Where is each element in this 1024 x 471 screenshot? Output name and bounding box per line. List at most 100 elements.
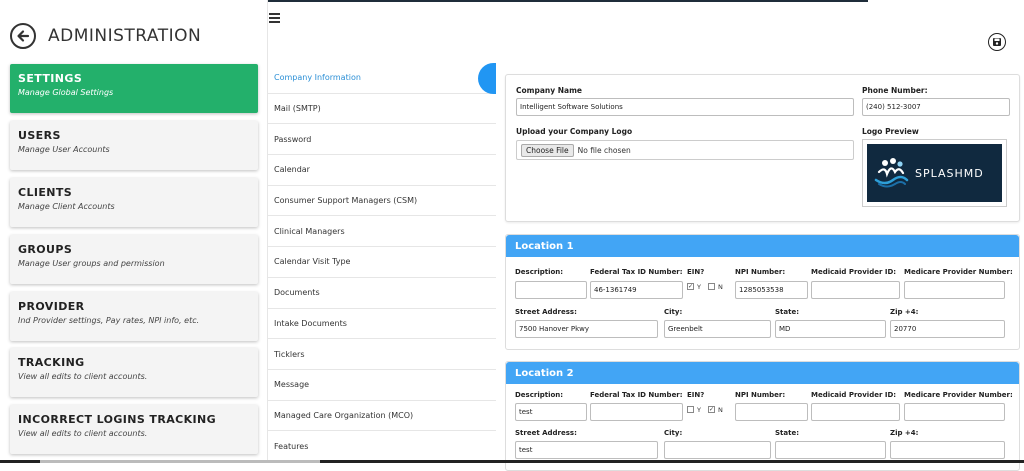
menu-item-label: Company Information <box>274 73 361 83</box>
menu-item-company-information[interactable]: Company Information <box>268 63 496 94</box>
menu-item-clinical-managers[interactable]: Clinical Managers <box>268 216 496 248</box>
menu-item-intake-documents[interactable]: Intake Documents <box>268 309 496 340</box>
npi-input[interactable]: 1285053538 <box>735 281 808 299</box>
menu-item-documents[interactable]: Documents <box>268 278 496 309</box>
state-label: State: <box>775 308 800 316</box>
state-label: State: <box>775 429 800 437</box>
sidebar-item-subtitle: Manage User groups and permission <box>18 259 165 268</box>
splash-logo-icon <box>874 158 909 188</box>
ein-yes-label: Y <box>697 406 701 414</box>
save-button[interactable] <box>988 33 1006 51</box>
sidebar-item-tracking[interactable]: TRACKING View all edits to client accoun… <box>10 348 258 397</box>
city-input[interactable]: Greenbelt <box>664 320 771 338</box>
menu-item-calendar-visit-type[interactable]: Calendar Visit Type <box>268 247 496 278</box>
medicaid-input[interactable] <box>811 281 900 299</box>
company-name-label: Company Name <box>516 86 582 95</box>
logo-preview: SPLASHMD <box>862 139 1007 207</box>
menu-item-label: Ticklers <box>274 349 305 359</box>
street-input[interactable]: 7500 Hanover Pkwy <box>515 320 658 338</box>
city-label: City: <box>664 429 683 437</box>
street-label: Street Address: <box>515 308 577 316</box>
admin-sidebar: ADMINISTRATION SETTINGS Manage Global Se… <box>0 0 268 463</box>
choose-file-button[interactable]: Choose File <box>521 143 574 157</box>
save-icon <box>993 38 1001 46</box>
medicaid-label: Medicaid Provider ID: <box>811 268 897 276</box>
menu-item-password[interactable]: Password <box>268 124 496 156</box>
medicare-input[interactable] <box>904 281 1005 299</box>
page-title: ADMINISTRATION <box>48 26 202 46</box>
npi-input[interactable] <box>735 403 808 421</box>
tax-id-input[interactable] <box>590 403 683 421</box>
sidebar-item-subtitle: Manage User Accounts <box>18 145 110 154</box>
logo-preview-label: Logo Preview <box>862 127 919 136</box>
company-info-panel: Company Name Intelligent Software Soluti… <box>505 74 1020 222</box>
medicare-input[interactable] <box>904 403 1005 421</box>
sidebar-item-users[interactable]: USERS Manage User Accounts <box>10 121 258 170</box>
npi-label: NPI Number: <box>735 391 786 399</box>
ein-no-checkbox[interactable]: ✓ <box>708 406 715 413</box>
sidebar-item-subtitle: View all edits to client accounts. <box>18 429 148 438</box>
menu-item-label: Documents <box>274 288 320 298</box>
sidebar-item-incorrect-logins[interactable]: INCORRECT LOGINS TRACKING View all edits… <box>10 405 258 454</box>
location-panel-2: Location 2 Description: test Federal Tax… <box>505 361 1020 471</box>
menu-item-csm[interactable]: Consumer Support Managers (CSM) <box>268 186 496 217</box>
tax-id-input[interactable]: 46-1361749 <box>590 281 683 299</box>
state-input[interactable] <box>775 441 886 459</box>
menu-item-label: Managed Care Organization (MCO) <box>274 410 414 420</box>
sidebar-item-title: SETTINGS <box>18 72 83 85</box>
sidebar-item-clients[interactable]: CLIENTS Manage Client Accounts <box>10 178 258 227</box>
sidebar-item-provider[interactable]: PROVIDER Ind Provider settings, Pay rate… <box>10 292 258 341</box>
ein-yes-checkbox[interactable]: ✓ <box>687 283 694 290</box>
menu-item-label: Calendar <box>274 165 310 175</box>
menu-item-mco[interactable]: Managed Care Organization (MCO) <box>268 401 496 432</box>
back-button[interactable] <box>10 23 36 49</box>
sidebar-item-settings[interactable]: SETTINGS Manage Global Settings <box>10 64 258 113</box>
logo-file-input[interactable]: Choose File No file chosen <box>516 140 854 160</box>
menu-item-label: Password <box>274 134 312 144</box>
hamburger-icon[interactable] <box>269 13 280 23</box>
sidebar-item-title: USERS <box>18 129 61 142</box>
menu-item-label: Consumer Support Managers (CSM) <box>274 196 418 206</box>
menu-item-features[interactable]: Features <box>268 431 496 462</box>
zip-input[interactable]: 20770 <box>890 320 1005 338</box>
menu-item-message[interactable]: Message <box>268 370 496 401</box>
sidebar-item-title: TRACKING <box>18 356 85 369</box>
location-header: Location 2 <box>506 362 1019 384</box>
description-input[interactable]: test <box>515 403 587 421</box>
menu-item-ticklers[interactable]: Ticklers <box>268 339 496 370</box>
ein-no-checkbox[interactable] <box>708 283 715 290</box>
ein-no-label: N <box>718 406 723 414</box>
tax-id-label: Federal Tax ID Number: <box>590 268 683 276</box>
sidebar-item-subtitle: Manage Client Accounts <box>18 202 115 211</box>
zip-label: Zip +4: <box>890 308 919 316</box>
zip-input[interactable] <box>890 441 1005 459</box>
description-input[interactable] <box>515 281 587 299</box>
city-input[interactable] <box>664 441 771 459</box>
street-input[interactable]: test <box>515 441 658 459</box>
logo-upload-label: Upload your Company Logo <box>516 127 633 136</box>
location-header: Location 1 <box>506 235 1019 257</box>
sidebar-item-title: CLIENTS <box>18 186 73 199</box>
sidebar-item-title: GROUPS <box>18 243 73 256</box>
menu-item-label: Message <box>274 380 310 390</box>
sidebar-item-groups[interactable]: GROUPS Manage User groups and permission <box>10 235 258 284</box>
sidebar-item-title: PROVIDER <box>18 300 85 313</box>
city-label: City: <box>664 308 683 316</box>
menu-item-label: Intake Documents <box>274 318 347 328</box>
ein-label: EIN? <box>687 391 705 399</box>
state-input[interactable]: MD <box>775 320 886 338</box>
menu-item-calendar[interactable]: Calendar <box>268 155 496 186</box>
company-name-input[interactable]: Intelligent Software Solutions <box>516 98 854 116</box>
ein-yes-checkbox[interactable] <box>687 406 694 413</box>
description-label: Description: <box>515 268 564 276</box>
menu-item-mail-smtp[interactable]: Mail (SMTP) <box>268 94 496 125</box>
menu-item-label: Clinical Managers <box>274 226 345 236</box>
logo-text: SPLASHMD <box>915 166 984 180</box>
phone-input[interactable]: (240) 512-3007 <box>862 98 1010 116</box>
npi-label: NPI Number: <box>735 268 786 276</box>
arrow-left-icon <box>17 30 30 42</box>
medicaid-input[interactable] <box>811 403 900 421</box>
medicaid-label: Medicaid Provider ID: <box>811 391 897 399</box>
menu-item-label: Mail (SMTP) <box>274 104 321 114</box>
menu-item-label: Features <box>274 441 309 451</box>
